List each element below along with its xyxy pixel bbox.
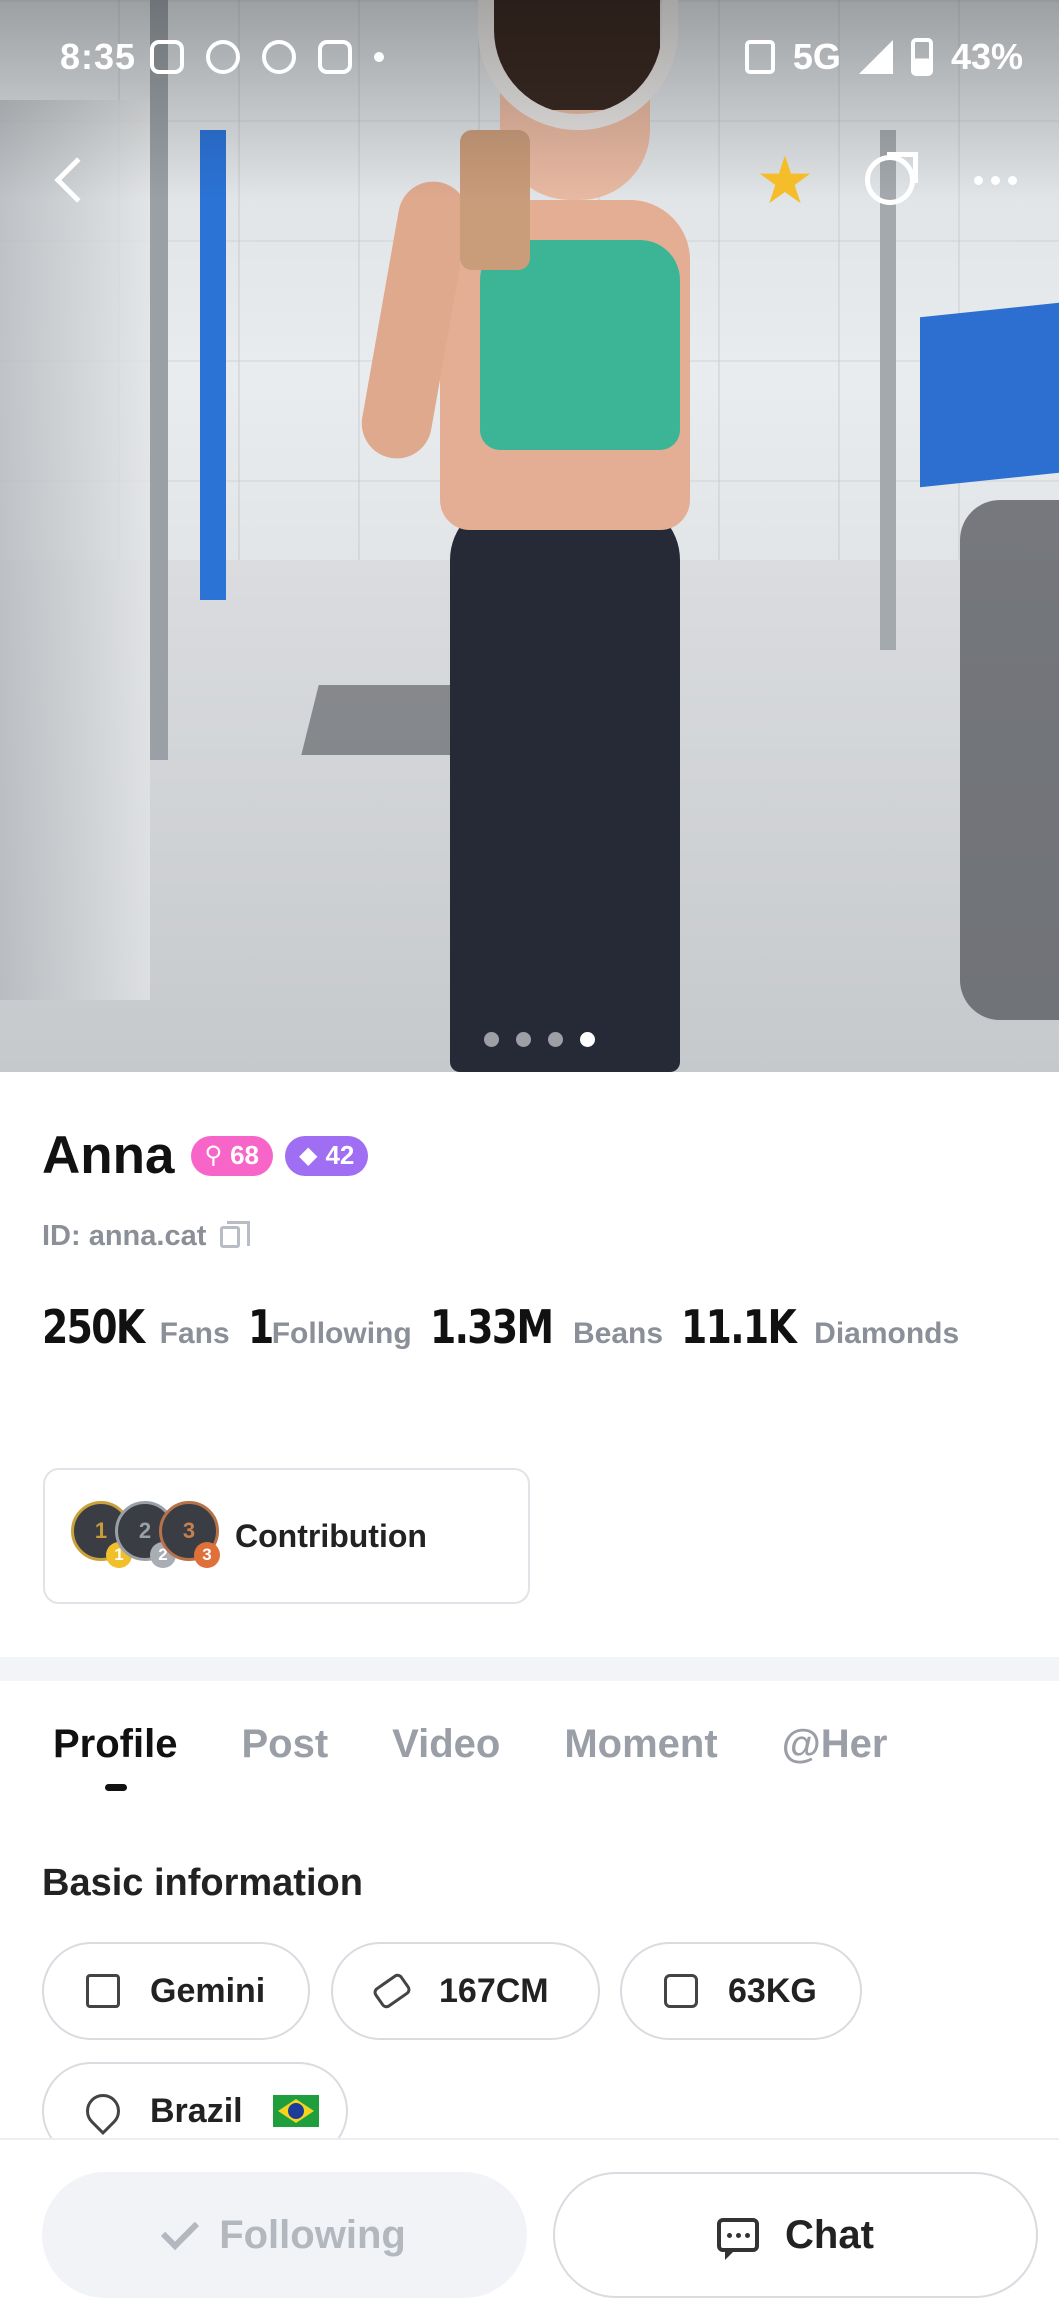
diamond-icon: ◆ (299, 1142, 318, 1169)
brazil-flag-icon (272, 2095, 319, 2127)
pager-dot-active[interactable] (580, 1032, 595, 1047)
tab-moment[interactable]: Moment (564, 1722, 717, 1767)
zodiac-value: Gemini (150, 1971, 266, 2010)
country-value: Brazil (150, 2091, 243, 2130)
level-badge-value: 68 (230, 1140, 259, 1170)
copy-icon[interactable] (220, 1220, 251, 1248)
tab-her[interactable]: @Her (782, 1722, 888, 1767)
stat-label: Following (271, 1317, 412, 1350)
stat-label: Fans (159, 1317, 230, 1350)
star-icon: ★ (755, 143, 815, 217)
battery-icon (910, 38, 933, 76)
chat-label: Chat (785, 2212, 874, 2257)
chevron-left-icon (54, 157, 100, 203)
status-time: 8:35 (60, 36, 137, 77)
system-icons: 5G 43% (744, 36, 1023, 78)
share-button[interactable] (850, 140, 930, 220)
notification-icons (150, 40, 384, 74)
check-icon (161, 2211, 200, 2251)
profile-name: Anna (42, 1126, 175, 1185)
zodiac-icon (86, 1974, 120, 2008)
photo-gym-machine (0, 100, 150, 1000)
favorite-button[interactable]: ★ (745, 140, 825, 220)
weight-chip: 63KG (620, 1942, 862, 2040)
share-icon (865, 152, 918, 205)
photo-blue-window (920, 302, 1059, 488)
instagram-icon (150, 40, 184, 74)
diamond-badge[interactable]: ◆ 42 (285, 1135, 369, 1176)
more-notifications-icon (374, 52, 384, 62)
profile-id: ID: anna.cat (42, 1220, 207, 1252)
stat-label: Beans (572, 1317, 664, 1350)
ruler-icon (371, 1971, 413, 2011)
tab-profile[interactable]: Profile (53, 1722, 177, 1791)
section-divider (0, 1657, 1059, 1681)
height-chip: 167CM (331, 1942, 600, 2040)
basic-info-title: Basic information (42, 1862, 363, 1904)
height-value: 167CM (439, 1971, 549, 2010)
profile-tabs: Profile Post Video Moment @Her (53, 1722, 951, 1791)
bottom-action-bar: Following Chat (0, 2138, 1059, 2324)
battery-percent: 43% (950, 36, 1023, 77)
photo-pager (0, 1032, 1059, 1047)
bronze-medal-icon: 3 3 (159, 1501, 220, 1568)
profile-id-row: ID: anna.cat (42, 1220, 251, 1253)
back-button[interactable] (30, 140, 110, 220)
status-bar: 8:35 5G 43% (0, 28, 1059, 88)
scale-icon (664, 1974, 698, 2008)
pager-dot[interactable] (548, 1032, 563, 1047)
tab-post[interactable]: Post (241, 1722, 328, 1767)
messenger-icon (318, 40, 352, 74)
photo-exercise-bike (960, 500, 1059, 1020)
contribution-medals: 1 1 2 2 3 3 (71, 1501, 221, 1571)
contribution-label: Contribution (235, 1517, 427, 1554)
tab-video[interactable]: Video (392, 1722, 500, 1767)
stat-beans[interactable]: 1.33M Beans (430, 1300, 663, 1354)
diamond-badge-value: 42 (325, 1140, 355, 1170)
following-label: Following (219, 2212, 406, 2257)
stat-label: Diamonds (814, 1317, 960, 1350)
location-pin-icon (78, 2086, 128, 2136)
pager-dot[interactable] (516, 1032, 531, 1047)
search-person-icon: ⚲ (204, 1142, 223, 1169)
network-type: 5G (792, 36, 841, 77)
pager-dot[interactable] (484, 1032, 499, 1047)
weight-value: 63KG (728, 1971, 817, 2010)
chat-button[interactable]: Chat (553, 2172, 1038, 2298)
voicemail-icon (262, 40, 296, 74)
stat-value: 11.1K (681, 1300, 797, 1354)
call-icon (206, 40, 240, 74)
profile-name-row: Anna ⚲ 68 ◆ 42 (42, 1125, 369, 1186)
chat-bubble-icon (717, 2218, 760, 2260)
stat-value: 250K (42, 1300, 145, 1354)
stat-fans[interactable]: 250K Fans (42, 1300, 230, 1354)
more-dots-icon (973, 175, 1017, 185)
stat-value: 1 (247, 1300, 274, 1354)
zodiac-chip: Gemini (42, 1942, 310, 2040)
signal-icon (858, 40, 893, 74)
hero-navigation: ★ (0, 140, 1059, 220)
more-button[interactable] (955, 140, 1035, 220)
level-badge[interactable]: ⚲ 68 (190, 1135, 273, 1176)
contribution-button[interactable]: 1 1 2 2 3 3 Contribution (43, 1468, 530, 1604)
stat-following[interactable]: 1 Following (248, 1300, 412, 1354)
following-button[interactable]: Following (42, 2172, 527, 2298)
stat-value: 1.33M (429, 1300, 554, 1354)
vibrate-icon (744, 40, 775, 74)
profile-stats: 250K Fans 1 Following 1.33M Beans 11.1K … (42, 1300, 977, 1354)
stat-diamonds[interactable]: 11.1K Diamonds (681, 1300, 959, 1354)
